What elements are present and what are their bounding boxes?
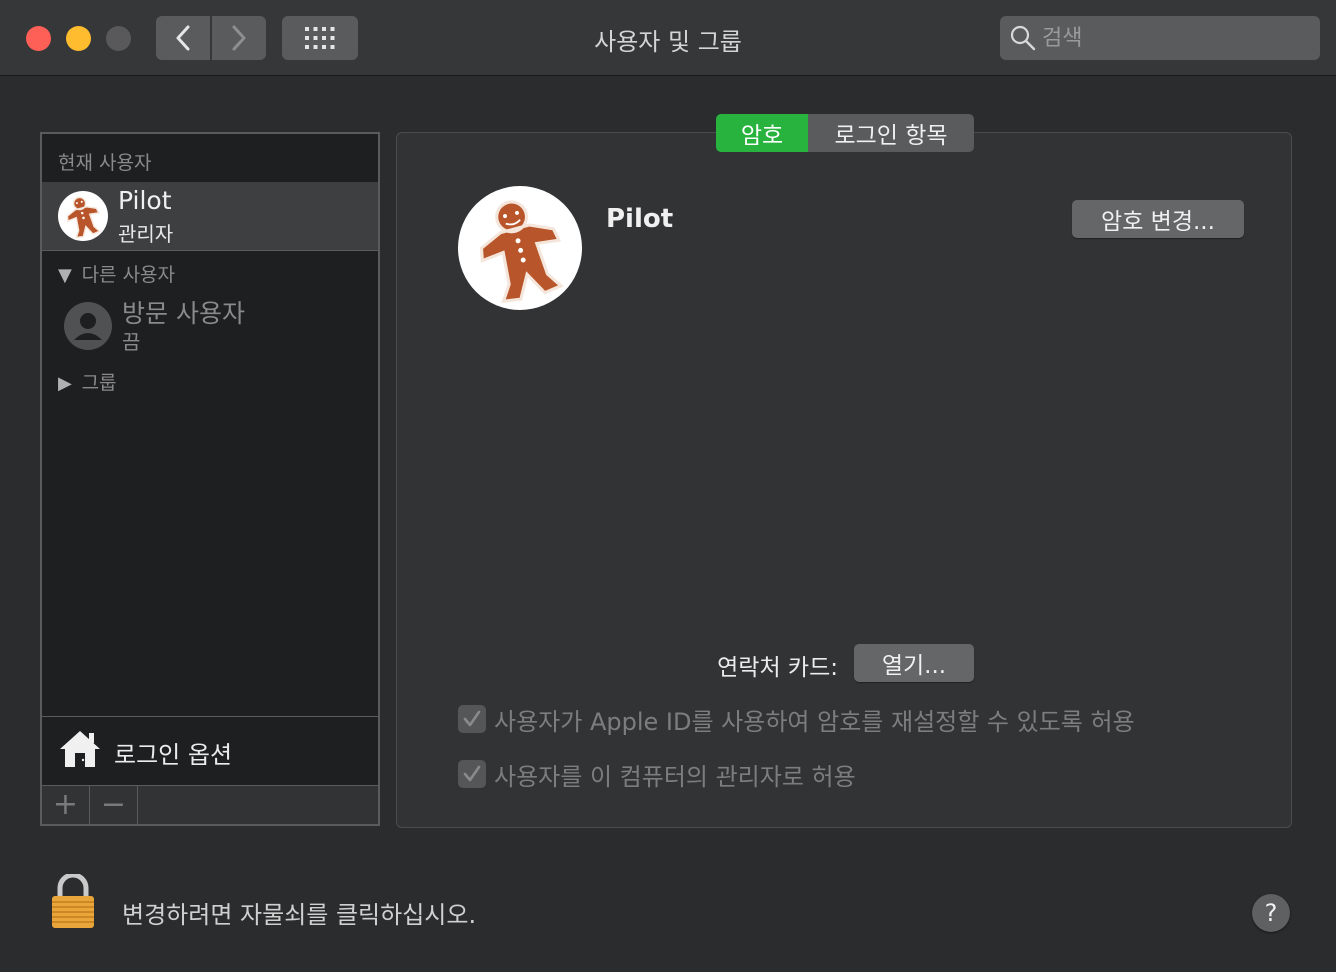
gingerbread-avatar-icon — [66, 196, 101, 239]
lock-message: 변경하려면 자물쇠를 클릭하십시오. — [122, 901, 477, 929]
contact-card-label: 연락처 카드: — [717, 655, 838, 681]
current-users-header: 현재 사용자 — [58, 152, 152, 174]
guest-avatar — [64, 302, 112, 350]
checkmark-icon — [463, 765, 481, 782]
search-input[interactable] — [1042, 25, 1302, 51]
admin-allow-checkbox[interactable]: 사용자를 이 컴퓨터의 관리자로 허용 — [458, 759, 856, 791]
sidebar-divider — [42, 250, 378, 251]
sidebar-button-bar: + − — [42, 786, 378, 824]
checkmark-icon — [463, 710, 481, 727]
disclosure-down-icon: ▼ — [58, 265, 72, 286]
lock-icon[interactable] — [50, 874, 96, 930]
current-user-row[interactable]: Pilot 관리자 — [42, 182, 378, 250]
title-bar: 사용자 및 그룹 — [0, 0, 1336, 76]
help-button[interactable]: ? — [1252, 894, 1290, 932]
groups-header: 그룹 — [81, 372, 117, 394]
person-icon — [74, 313, 102, 340]
search-field[interactable] — [1000, 16, 1320, 60]
login-options-label: 로그인 옵션 — [114, 741, 233, 769]
other-users-disclosure[interactable]: ▼ 다른 사용자 — [58, 260, 175, 287]
change-password-button[interactable]: 암호 변경... — [1072, 200, 1244, 238]
current-user-name: Pilot — [118, 186, 172, 215]
remove-user-button[interactable]: − — [90, 786, 138, 824]
house-icon — [60, 731, 100, 767]
groups-disclosure[interactable]: ▶ 그룹 — [58, 368, 117, 395]
tab-bar: 암호 로그인 항목 — [716, 114, 974, 152]
disclosure-right-icon: ▶ — [58, 373, 72, 394]
user-picture[interactable] — [458, 186, 582, 310]
tab-login-items[interactable]: 로그인 항목 — [808, 114, 974, 152]
apple-id-reset-label: 사용자가 Apple ID를 사용하여 암호를 재설정할 수 있도록 허용 — [494, 707, 1135, 736]
tab-password[interactable]: 암호 — [716, 114, 808, 152]
add-user-button[interactable]: + — [42, 786, 90, 824]
users-sidebar: 현재 사용자 Pilot 관리자 ▼ 다른 사용자 방문 사용자 끔 ▶ 그룹 — [40, 132, 380, 826]
guest-user-name[interactable]: 방문 사용자 — [122, 294, 245, 330]
other-users-header: 다른 사용자 — [81, 264, 176, 286]
user-avatar — [58, 191, 108, 241]
apple-id-reset-checkbox[interactable]: 사용자가 Apple ID를 사용하여 암호를 재설정할 수 있도록 허용 — [458, 704, 1135, 736]
gingerbread-avatar-icon — [479, 200, 564, 304]
login-options-item[interactable]: 로그인 옵션 — [42, 716, 378, 786]
admin-allow-label: 사용자를 이 컴퓨터의 관리자로 허용 — [494, 762, 856, 791]
current-user-role: 관리자 — [118, 222, 174, 246]
search-icon — [1010, 25, 1036, 51]
checkbox[interactable] — [458, 760, 486, 788]
main-user-name: Pilot — [606, 204, 674, 234]
checkbox[interactable] — [458, 705, 486, 733]
guest-user-status: 끔 — [122, 330, 141, 354]
open-contact-button[interactable]: 열기... — [854, 644, 974, 682]
